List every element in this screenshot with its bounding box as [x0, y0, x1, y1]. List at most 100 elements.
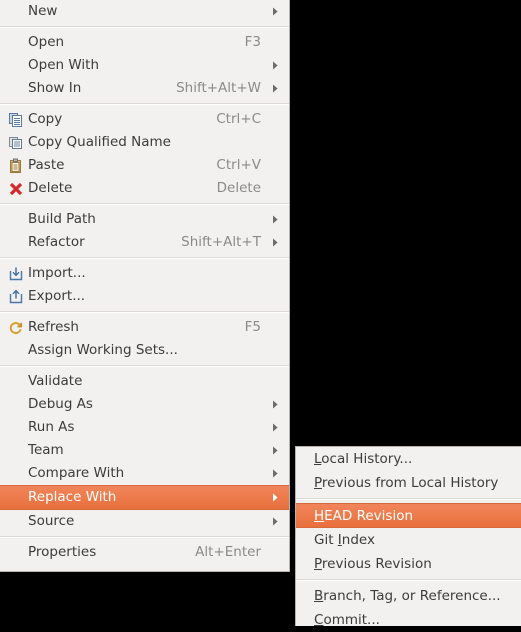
menu-item-accelerator: F5 — [244, 319, 261, 335]
menu-item-label: Refactor — [28, 234, 85, 250]
menu-item-debug-as[interactable]: Debug As — [0, 393, 289, 416]
copy-icon — [6, 111, 26, 129]
menu-item-label: New — [28, 3, 58, 19]
import-icon — [6, 265, 26, 283]
menu-separator — [0, 203, 289, 205]
menu-item-build-path[interactable]: Build Path — [0, 208, 289, 231]
menu-item-label: Run As — [28, 419, 75, 435]
submenu-item-branch-tag-or-reference[interactable]: Branch, Tag, or Reference... — [296, 584, 521, 608]
menu-item-refactor[interactable]: Refactor Shift+Alt+T — [0, 231, 289, 254]
label-rest: revious from Local History — [321, 475, 499, 491]
menu-separator — [0, 26, 289, 28]
menu-item-label: Show In — [28, 80, 82, 96]
label-mnemonic: P — [314, 475, 322, 491]
label-rest: ranch, Tag, or Reference... — [323, 588, 501, 604]
menu-item-source[interactable]: Source — [0, 510, 289, 533]
menu-item-accelerator: Shift+Alt+T — [181, 234, 261, 250]
menu-separator — [0, 365, 289, 367]
menu-item-open[interactable]: Open F3 — [0, 31, 289, 54]
submenu-arrow-icon — [269, 7, 281, 16]
menu-item-accelerator: F3 — [244, 34, 261, 50]
menu-separator — [0, 536, 289, 538]
submenu-item-commit[interactable]: Commit... — [296, 608, 521, 632]
delete-icon — [6, 180, 26, 198]
menu-item-label: Source — [28, 513, 75, 529]
menu-item-delete[interactable]: Delete Delete — [0, 177, 289, 200]
menu-item-new[interactable]: New — [0, 0, 289, 23]
menu-item-import[interactable]: Import... — [0, 262, 289, 285]
submenu-separator — [296, 579, 521, 581]
menu-item-label: Open With — [28, 57, 100, 73]
menu-item-show-in[interactable]: Show In Shift+Alt+W — [0, 77, 289, 100]
menu-item-run-as[interactable]: Run As — [0, 416, 289, 439]
menu-item-team[interactable]: Team — [0, 439, 289, 462]
menu-item-accelerator: Alt+Enter — [195, 544, 261, 560]
menu-item-label: Delete — [28, 180, 73, 196]
refresh-icon — [6, 319, 26, 337]
export-icon — [6, 288, 26, 306]
menu-item-accelerator: Delete — [216, 180, 261, 196]
menu-item-copy[interactable]: Copy Ctrl+C — [0, 108, 289, 131]
submenu-arrow-icon — [269, 423, 281, 432]
submenu-item-label: Local History... — [314, 447, 412, 471]
submenu-arrow-icon — [269, 400, 281, 409]
menu-item-label: Open — [28, 34, 65, 50]
icon-placeholder — [6, 373, 26, 391]
submenu-arrow-icon — [269, 517, 281, 526]
menu-item-refresh[interactable]: Refresh F5 — [0, 316, 289, 339]
menu-item-label: Compare With — [28, 465, 125, 481]
menu-item-validate[interactable]: Validate — [0, 370, 289, 393]
icon-placeholder — [6, 211, 26, 229]
icon-placeholder — [6, 80, 26, 98]
menu-separator — [0, 103, 289, 105]
context-menu[interactable]: New Open F3 Open With Show In Shift+Alt+W Copy… — [0, 0, 290, 572]
submenu-item-local-history[interactable]: Local History... — [296, 447, 521, 471]
menu-item-label: Properties — [28, 544, 97, 560]
submenu-item-label: Branch, Tag, or Reference... — [314, 584, 501, 608]
menu-item-label: Replace With — [28, 489, 117, 505]
menu-separator — [0, 311, 289, 313]
menu-item-copy-qualified-name[interactable]: Copy Qualified Name — [0, 131, 289, 154]
paste-icon — [6, 157, 26, 175]
submenu-arrow-icon — [269, 238, 281, 247]
submenu-item-previous-from-local-history[interactable]: Previous from Local History — [296, 471, 521, 495]
menu-item-compare-with[interactable]: Compare With — [0, 462, 289, 485]
replace-with-submenu[interactable]: Local History... Previous from Local Hist… — [295, 446, 521, 628]
submenu-arrow-icon — [269, 493, 281, 502]
label-mnemonic: H — [314, 507, 325, 524]
menu-item-label: Team — [28, 442, 64, 458]
menu-item-accelerator: Shift+Alt+W — [176, 80, 261, 96]
submenu-item-head-revision[interactable]: HEAD Revision — [296, 503, 521, 528]
menu-item-label: Debug As — [28, 396, 93, 412]
menu-item-label: Copy Qualified Name — [28, 134, 171, 150]
label-mnemonic: B — [314, 588, 324, 604]
label-rest: ocal History... — [321, 451, 413, 467]
icon-placeholder — [6, 513, 26, 531]
submenu-item-previous-revision[interactable]: Previous Revision — [296, 552, 521, 576]
menu-item-label: Assign Working Sets... — [28, 342, 178, 358]
icon-placeholder — [6, 3, 26, 21]
label-rest: EAD Revision — [324, 507, 414, 524]
copy-qualified-name-icon — [6, 134, 26, 152]
menu-item-replace-with[interactable]: Replace With — [0, 485, 289, 510]
submenu-arrow-icon — [269, 84, 281, 93]
icon-placeholder — [6, 442, 26, 460]
icon-placeholder — [6, 57, 26, 75]
submenu-item-label: Previous Revision — [314, 552, 432, 576]
menu-item-assign-working-sets[interactable]: Assign Working Sets... — [0, 339, 289, 362]
submenu-item-git-index[interactable]: Git Index — [296, 528, 521, 552]
submenu-item-label: Git Index — [314, 528, 375, 552]
icon-placeholder — [6, 419, 26, 437]
menu-item-accelerator: Ctrl+V — [216, 157, 261, 173]
icon-placeholder — [6, 465, 26, 483]
submenu-item-label: Previous from Local History — [314, 471, 498, 495]
menu-separator — [0, 257, 289, 259]
menu-item-paste[interactable]: Paste Ctrl+V — [0, 154, 289, 177]
menu-item-properties[interactable]: Properties Alt+Enter — [0, 541, 289, 564]
menu-item-export[interactable]: Export... — [0, 285, 289, 308]
menu-item-open-with[interactable]: Open With — [0, 54, 289, 77]
menu-item-label: Export... — [28, 288, 86, 304]
label-rest: ndex — [341, 532, 375, 548]
label-prefix: Git — [314, 532, 338, 548]
menu-item-label: Copy — [28, 111, 63, 127]
